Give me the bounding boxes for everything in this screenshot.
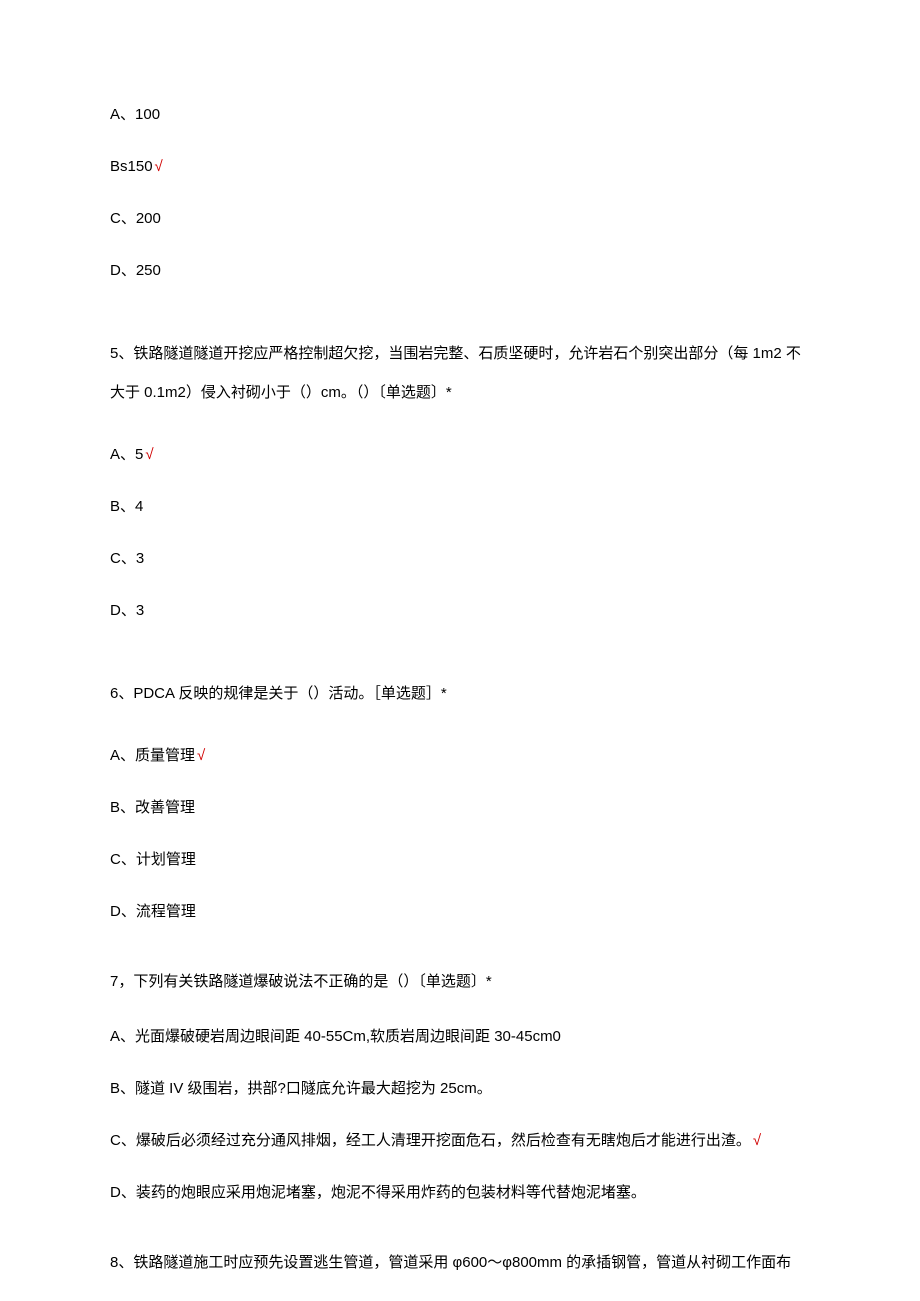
q6-options: A、质量管理√ B、改善管理 C、计划管理 D、流程管理 xyxy=(110,741,810,927)
q5-stem: 5、铁路隧道隧道开挖应严格控制超欠挖，当围岩完整、石质坚硬时，允许岩石个别突出部… xyxy=(110,334,810,412)
q7-stem: 7，下列有关铁路隧道爆破说法不正确的是（）〔单选题〕* xyxy=(110,965,810,998)
q7-option-b: B、隧道 IV 级围岩，拱部?口隧底允许最大超挖为 25cm。 xyxy=(110,1074,810,1104)
q4-option-b: Bs150√ xyxy=(110,152,810,182)
q4-options: A、100 Bs150√ C、200 D、250 xyxy=(110,100,810,286)
q5-options: A、5√ B、4 C、3 D、3 xyxy=(110,440,810,626)
q6-option-c: C、计划管理 xyxy=(110,845,810,875)
q7-options: A、光面爆破硬岩周边眼间距 40-55Cm,软质岩周边眼间距 30-45cm0 … xyxy=(110,1022,810,1208)
q6-stem: 6、PDCA 反映的规律是关于（）活动。［单选题］* xyxy=(110,674,810,713)
q4-option-c: C、200 xyxy=(110,204,810,234)
q4-option-a: A、100 xyxy=(110,100,810,130)
q4-option-b-text: Bs150 xyxy=(110,158,153,175)
q4-option-d: D、250 xyxy=(110,256,810,286)
correct-mark-icon: √ xyxy=(753,1132,761,1149)
q5-option-a: A、5√ xyxy=(110,440,810,470)
q6-option-a: A、质量管理√ xyxy=(110,741,810,771)
q6-option-b: B、改善管理 xyxy=(110,793,810,823)
q7-option-d: D、装药的炮眼应采用炮泥堵塞，炮泥不得采用炸药的包装材料等代替炮泥堵塞。 xyxy=(110,1178,810,1208)
q7-option-c-text: C、爆破后必须经过充分通风排烟，经工人清理开挖面危石，然后检查有无瞎炮后才能进行… xyxy=(110,1132,751,1149)
q8-stem: 8、铁路隧道施工时应预先设置逃生管道，管道采用 φ600～φ800mm 的承插钢… xyxy=(110,1246,810,1279)
q5-option-c: C、3 xyxy=(110,544,810,574)
q6-option-d: D、流程管理 xyxy=(110,897,810,927)
correct-mark-icon: √ xyxy=(155,158,163,175)
q5-option-b: B、4 xyxy=(110,492,810,522)
q5-option-a-text: A、5 xyxy=(110,446,143,463)
correct-mark-icon: √ xyxy=(145,446,153,463)
correct-mark-icon: √ xyxy=(197,747,205,764)
q7-option-a: A、光面爆破硬岩周边眼间距 40-55Cm,软质岩周边眼间距 30-45cm0 xyxy=(110,1022,810,1052)
q5-option-d: D、3 xyxy=(110,596,810,626)
q7-option-c: C、爆破后必须经过充分通风排烟，经工人清理开挖面危石，然后检查有无瞎炮后才能进行… xyxy=(110,1126,810,1156)
q6-option-a-text: A、质量管理 xyxy=(110,747,195,764)
